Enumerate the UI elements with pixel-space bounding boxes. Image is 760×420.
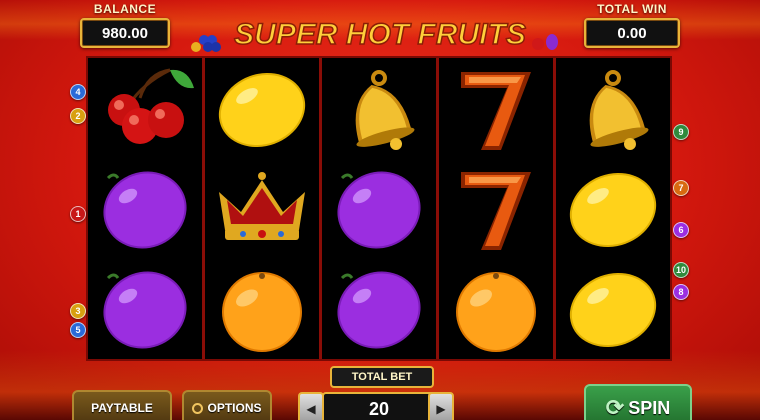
payline-badge-left-2: 2 bbox=[70, 108, 86, 124]
cherries-symbol bbox=[88, 58, 202, 158]
reels-area bbox=[88, 58, 670, 359]
orange-icon bbox=[456, 272, 536, 352]
payline-badge-right-9: 9 bbox=[673, 124, 689, 140]
payline-badge-left-3: 3 bbox=[70, 303, 86, 319]
orange-icon bbox=[222, 272, 302, 352]
options-label: OPTIONS bbox=[207, 401, 262, 415]
crown-symbol bbox=[205, 158, 319, 258]
payline-badge-right-6: 6 bbox=[673, 222, 689, 238]
spin-button[interactable]: ⟳ SPIN bbox=[584, 384, 692, 420]
bell-symbol bbox=[322, 58, 436, 158]
lemon-icon bbox=[569, 172, 657, 248]
bet-decrease-button[interactable]: ◀ bbox=[298, 392, 324, 420]
payline-badge-right-10: 10 bbox=[673, 262, 689, 278]
spin-label: SPIN bbox=[628, 397, 671, 418]
seven-symbol bbox=[439, 158, 553, 258]
total-win-display: 0.00 bbox=[584, 18, 680, 48]
plum-icon bbox=[337, 171, 421, 249]
plum-icon bbox=[103, 271, 187, 349]
reel-3 bbox=[322, 58, 436, 359]
reel-1 bbox=[88, 58, 202, 359]
orange-symbol bbox=[439, 258, 553, 358]
lemon-icon bbox=[569, 272, 657, 348]
payline-badge-left-4: 4 bbox=[70, 84, 86, 100]
seven-symbol bbox=[439, 58, 553, 158]
options-icon bbox=[192, 402, 204, 414]
total-bet-label: TOTAL BET bbox=[330, 366, 434, 388]
plum-symbol bbox=[88, 158, 202, 258]
right-arrow-icon: ▶ bbox=[436, 402, 446, 416]
cherries-icon bbox=[108, 68, 194, 144]
plum-symbol bbox=[322, 158, 436, 258]
paytable-button[interactable]: PAYTABLE bbox=[72, 390, 172, 420]
lemon-icon bbox=[218, 72, 306, 148]
game-screen: BALANCE 980.00 TOTAL WIN 0.00 SUPER HOT … bbox=[0, 0, 760, 420]
plum-icon bbox=[103, 171, 187, 249]
left-arrow-icon: ◀ bbox=[306, 402, 316, 416]
reel-2 bbox=[205, 58, 319, 359]
cherry-plum-icon bbox=[532, 34, 558, 50]
balance-display: 980.00 bbox=[80, 18, 170, 48]
total-win-label: TOTAL WIN bbox=[597, 2, 667, 16]
bell-icon bbox=[355, 70, 415, 150]
balance-label: BALANCE bbox=[93, 2, 157, 16]
reel-5 bbox=[556, 58, 670, 359]
crown-icon bbox=[219, 172, 305, 240]
payline-badge-left-5: 5 bbox=[70, 322, 86, 338]
orange-symbol bbox=[205, 258, 319, 358]
lemon-symbol bbox=[556, 258, 670, 358]
options-button[interactable]: OPTIONS bbox=[182, 390, 272, 420]
payline-badge-right-8: 8 bbox=[673, 284, 689, 300]
logo-text: SUPER HOT FRUITS bbox=[234, 18, 526, 51]
plum-icon bbox=[337, 271, 421, 349]
seven-icon bbox=[461, 72, 531, 150]
bell-icon bbox=[589, 70, 649, 150]
seven-icon bbox=[461, 172, 531, 250]
lemon-symbol bbox=[556, 158, 670, 258]
game-logo: SUPER HOT FRUITS bbox=[191, 17, 558, 52]
plum-symbol bbox=[88, 258, 202, 358]
plum-symbol bbox=[322, 258, 436, 358]
grapes-icon bbox=[191, 35, 221, 52]
reel-4 bbox=[439, 58, 553, 359]
lemon-symbol bbox=[205, 58, 319, 158]
payline-badge-left-1: 1 bbox=[70, 206, 86, 222]
bet-increase-button[interactable]: ▶ bbox=[428, 392, 454, 420]
total-bet-display: 20 bbox=[322, 392, 436, 420]
bell-symbol bbox=[556, 58, 670, 158]
spin-arrow-icon: ⟳ bbox=[605, 395, 625, 420]
payline-badge-right-7: 7 bbox=[673, 180, 689, 196]
